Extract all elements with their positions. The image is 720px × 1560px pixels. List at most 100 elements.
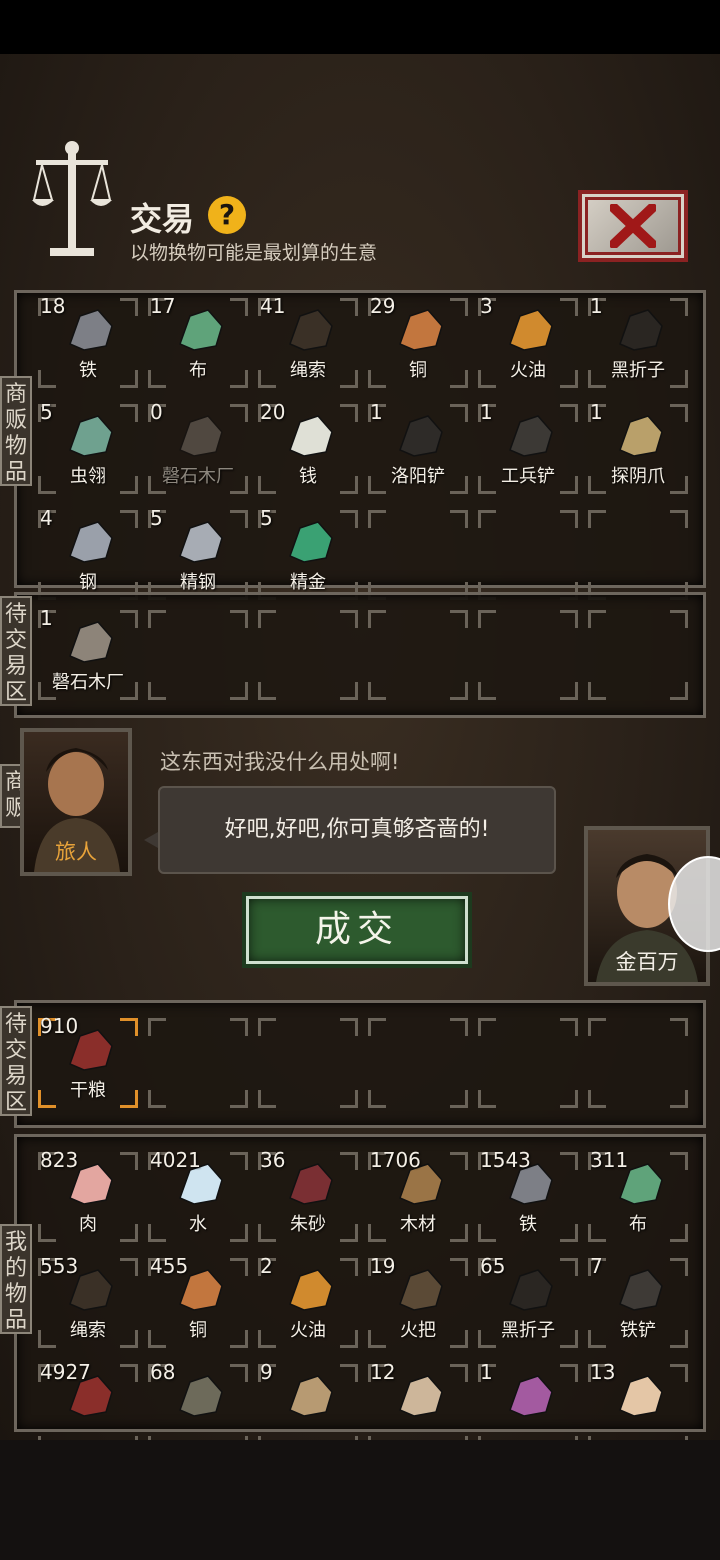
item-count: 1 (40, 606, 53, 630)
bone-icon (612, 1370, 668, 1420)
slot-corner (340, 1018, 358, 1036)
player-item-slot[interactable]: 36 朱砂 (254, 1146, 362, 1250)
slot-corner (560, 404, 578, 422)
item-name: 铁 (79, 360, 97, 381)
torch-icon (392, 1264, 448, 1314)
slot-corner (258, 610, 276, 628)
player-item-slot[interactable]: 1706 木材 (364, 1146, 472, 1250)
merchant-item-slot[interactable]: 1 探阴爪 (584, 398, 692, 502)
player-pending-tab: 待交易区 (0, 1006, 32, 1116)
merchant-item-slot[interactable]: 41 绳索 (254, 292, 362, 396)
status-bar (0, 0, 720, 54)
player-pending-slot[interactable] (364, 1012, 472, 1116)
slot-corner (560, 610, 578, 628)
close-button[interactable] (578, 190, 688, 262)
merchant-item-slot[interactable]: 17 布 (144, 292, 252, 396)
player-item-slot[interactable]: 1543 铁 (474, 1146, 582, 1250)
player-pending-slot[interactable] (254, 1012, 362, 1116)
slot-corner (560, 1090, 578, 1108)
item-count: 5 (40, 400, 53, 424)
player-pending-slot[interactable] (144, 1012, 252, 1116)
slot-corner (120, 1364, 138, 1382)
deal-button[interactable]: 成交 (242, 892, 472, 968)
merchant-item-slot[interactable]: 20 钱 (254, 398, 362, 502)
copper-ore-icon (392, 304, 448, 354)
slot-corner (148, 1018, 166, 1036)
merchant-pending-slot[interactable] (254, 604, 362, 708)
cloth-icon (172, 304, 228, 354)
slot-corner (670, 1258, 688, 1276)
player-pending-slot[interactable] (584, 1012, 692, 1116)
slot-corner (148, 682, 166, 700)
item-name: 水 (189, 1214, 207, 1235)
player-name: 金百万 (615, 950, 679, 974)
fine-steel-icon (172, 516, 228, 566)
item-count: 5 (260, 506, 273, 530)
item-count: 455 (150, 1254, 189, 1278)
npc-name: 旅人 (55, 840, 97, 864)
merchant-pending-slot[interactable] (364, 604, 472, 708)
slot-corner (450, 682, 468, 700)
merchant-pending-slot[interactable] (474, 604, 582, 708)
player-item-slot[interactable]: 455 铜 (144, 1252, 252, 1356)
item-count: 3 (480, 294, 493, 318)
merchant-item-slot[interactable]: 29 铜 (364, 292, 472, 396)
slot-corner (450, 1152, 468, 1170)
fine-gold-icon (282, 516, 338, 566)
slot-corner (230, 1090, 248, 1108)
slot-corner (368, 1090, 386, 1108)
blueprint-icon (62, 616, 118, 666)
merchant-item-slot[interactable]: 5 虫翎 (34, 398, 142, 502)
player-item-slot[interactable]: 553 绳索 (34, 1252, 142, 1356)
slot-corner (340, 298, 358, 316)
player-pending-slot[interactable] (474, 1012, 582, 1116)
merchant-pending-slot[interactable] (584, 604, 692, 708)
player-pending-slot[interactable]: 910 干粮 (34, 1012, 142, 1116)
slot-corner (230, 1152, 248, 1170)
item-name: 黑折子 (611, 360, 665, 381)
merchant-item-slot[interactable]: 1 黑折子 (584, 292, 692, 396)
merchant-item-slot[interactable]: 18 铁 (34, 292, 142, 396)
nav-bar (0, 1440, 720, 1560)
player-item-slot[interactable]: 4021 水 (144, 1146, 252, 1250)
slot-corner (670, 1090, 688, 1108)
steel-icon (62, 516, 118, 566)
merchant-item-slot[interactable]: 1 洛阳铲 (364, 398, 472, 502)
merchant-item-slot[interactable]: 3 火油 (474, 292, 582, 396)
item-name: 布 (189, 360, 207, 381)
slot-corner (450, 1364, 468, 1382)
item-name: 探阴爪 (611, 466, 665, 487)
player-item-slot[interactable]: 2 火油 (254, 1252, 362, 1356)
merchant-item-slot[interactable]: 1 工兵铲 (474, 398, 582, 502)
item-name: 钢 (79, 572, 97, 593)
merchant-item-slot[interactable]: 0 磬石木厂 (144, 398, 252, 502)
pearl-icon (502, 1370, 558, 1420)
item-count: 2 (260, 1254, 273, 1278)
slot-corner (230, 610, 248, 628)
player-item-slot[interactable]: 7 铁铲 (584, 1252, 692, 1356)
item-count: 4021 (150, 1148, 201, 1172)
player-items-tab-label: 我的物品 (5, 1230, 28, 1333)
help-icon[interactable]: ? (208, 196, 246, 234)
player-item-slot[interactable]: 65 黑折子 (474, 1252, 582, 1356)
slot-corner (230, 682, 248, 700)
slot-corner (340, 1152, 358, 1170)
item-count: 1 (590, 400, 603, 424)
player-items-tab: 我的物品 (0, 1224, 32, 1334)
player-item-slot[interactable]: 311 布 (584, 1146, 692, 1250)
player-item-slot[interactable]: 823 肉 (34, 1146, 142, 1250)
slot-corner (670, 610, 688, 628)
slot-corner (120, 1258, 138, 1276)
slot-corner (588, 1018, 606, 1036)
merchant-pending-slot[interactable] (144, 604, 252, 708)
bubble-tail (144, 832, 158, 848)
slot-corner (120, 610, 138, 628)
merchant-items-tab: 商贩物品 (0, 376, 32, 486)
slot-corner (478, 1018, 496, 1036)
item-count: 1543 (480, 1148, 531, 1172)
player-item-slot[interactable]: 19 火把 (364, 1252, 472, 1356)
item-count: 311 (590, 1148, 629, 1172)
slot-corner (588, 510, 606, 528)
merchant-pending-slot[interactable]: 1 磬石木厂 (34, 604, 142, 708)
black-fold-icon (502, 1264, 558, 1314)
